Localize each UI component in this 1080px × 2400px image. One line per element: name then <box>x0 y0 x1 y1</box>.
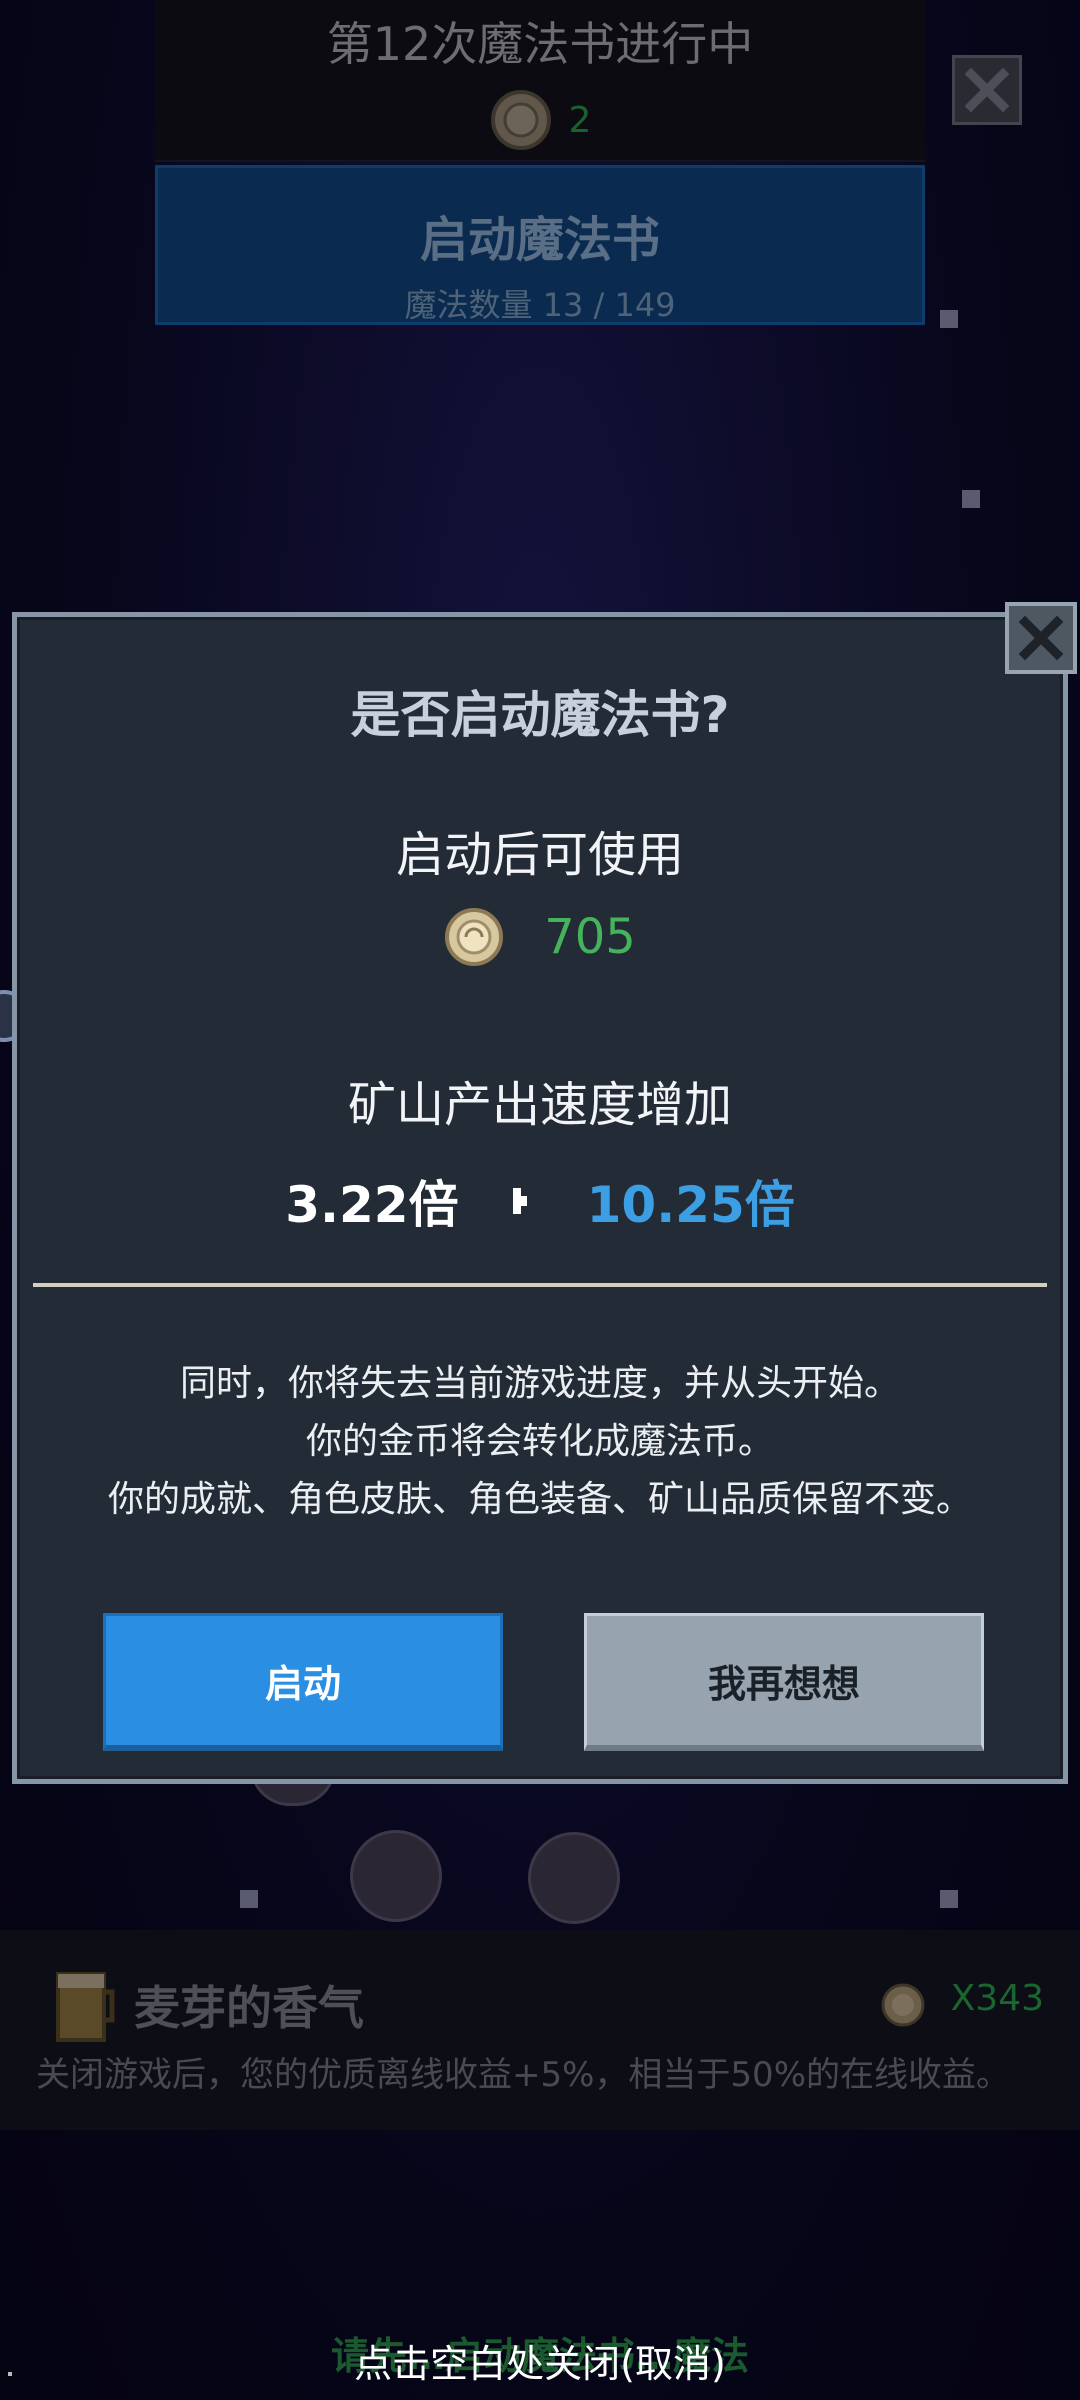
top-coin-value: 2 <box>568 99 592 141</box>
magic-coin-icon <box>445 908 504 966</box>
available-label: 启动后可使用 <box>395 827 684 883</box>
warning-line: 你的金币将会转化成魔法币。 <box>305 1421 774 1462</box>
magic-coin-icon <box>490 90 551 150</box>
dialog-close-button[interactable] <box>1005 602 1077 674</box>
corner-dot <box>8 2372 12 2376</box>
magic-book-status-title: 第12次魔法书进行中 <box>326 17 754 71</box>
magic-book-status-panel: 第12次魔法书进行中 2 <box>155 0 925 162</box>
beer-mug-icon <box>56 1972 115 2042</box>
upgrade-node <box>528 1832 620 1924</box>
multiplier-row: 3.22倍 10.25倍 <box>17 1165 1063 1237</box>
speed-increase-label: 矿山产出速度增加 <box>347 1077 732 1133</box>
warning-line: 同时，你将失去当前游戏进度，并从头开始。 <box>179 1363 900 1404</box>
upgrade-node <box>350 1830 442 1922</box>
star-pixel <box>962 490 980 508</box>
star-pixel <box>940 1890 958 1908</box>
magic-count: 魔法数量 13 / 149 <box>404 286 676 324</box>
warning-line: 你的成就、角色皮肤、角色装备、矿山品质保留不变。 <box>107 1479 972 1520</box>
warning-text: 同时，你将失去当前游戏进度，并从头开始。 你的金币将会转化成魔法币。 你的成就、… <box>17 1355 1063 1529</box>
coin-reward-value: 705 <box>544 909 636 965</box>
tap-to-close-hint[interactable]: 点击空白处关闭(取消) <box>0 2333 1080 2388</box>
star-pixel <box>940 310 958 328</box>
activate-confirm-dialog: 是否启动魔法书? 启动后可使用 705 矿山产出速度增加 3.22倍 10.25… <box>12 612 1068 1784</box>
activate-card-title: 启动魔法书 <box>419 212 660 268</box>
close-icon <box>965 68 1009 112</box>
current-multiplier: 3.22倍 <box>285 1176 459 1234</box>
start-button[interactable]: 启动 <box>103 1613 503 1751</box>
star-pixel <box>240 1890 258 1908</box>
upgrade-title: 麦芽的香气 <box>134 1981 364 2035</box>
divider <box>33 1283 1047 1287</box>
close-icon <box>1018 615 1064 661</box>
top-coin-row: 2 <box>155 88 925 152</box>
upgrade-description: 关闭游戏后，您的优质离线收益+5%，相当于50%的在线收益。 <box>36 2055 1010 2095</box>
reconsider-button[interactable]: 我再想想 <box>584 1613 984 1751</box>
upgrade-cost: X343 <box>950 1978 1044 2019</box>
top-close-button[interactable] <box>952 55 1022 125</box>
upgrade-list-item[interactable]: 麦芽的香气 X343 关闭游戏后，您的优质离线收益+5%，相当于50%的在线收益… <box>0 1930 1080 2130</box>
coin-reward-row: 705 <box>17 907 1063 967</box>
new-multiplier: 10.25倍 <box>586 1176 795 1234</box>
magic-coin-icon <box>881 1983 925 2027</box>
activate-magic-book-card[interactable]: 启动魔法书 魔法数量 13 / 149 <box>155 165 925 325</box>
arrow-right-icon <box>512 1188 527 1214</box>
dialog-title: 是否启动魔法书? <box>350 686 730 744</box>
